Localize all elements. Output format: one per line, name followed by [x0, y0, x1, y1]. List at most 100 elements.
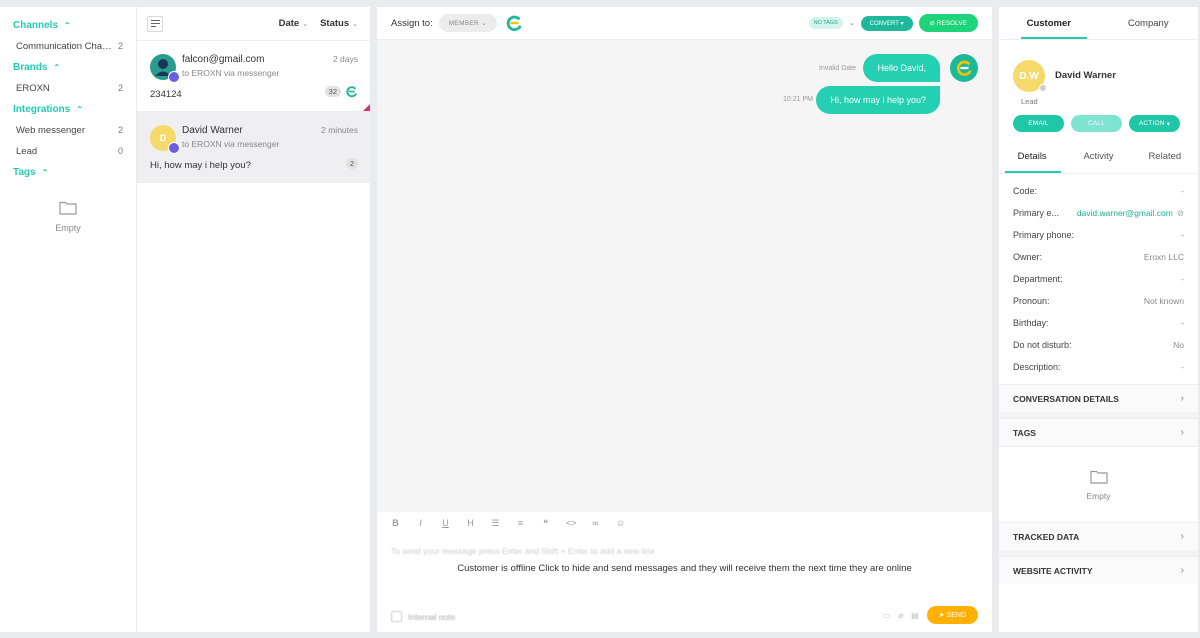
composer-placeholder: To send your message press Enter and Shi…: [391, 546, 655, 556]
section-integrations[interactable]: Integrations ⌃: [13, 103, 123, 115]
bold-icon[interactable]: B: [391, 518, 400, 528]
tags-button[interactable]: NO TAGS: [808, 17, 843, 29]
priority-marker: [363, 104, 370, 111]
messenger-icon: [168, 71, 180, 83]
tab-details[interactable]: Details: [999, 140, 1065, 173]
italic-icon[interactable]: I: [416, 518, 425, 528]
action-button[interactable]: ACTION ▾: [1129, 115, 1180, 132]
menu-button[interactable]: [147, 15, 163, 32]
email-button[interactable]: EMAIL: [1013, 115, 1064, 132]
customer-name[interactable]: David Warner: [1055, 70, 1116, 81]
section-tags[interactable]: Tags ⌃: [13, 166, 123, 178]
detail-row: Code: -: [1013, 186, 1184, 196]
folder-icon: [59, 201, 77, 215]
chevron-right-icon: ›: [1180, 531, 1184, 542]
numbered-list-icon[interactable]: ≡: [516, 518, 525, 528]
verify-icon[interactable]: ⊘: [1177, 208, 1184, 219]
message-timestamp: 10:21 PM: [783, 96, 813, 103]
message-count-badge: 2: [345, 158, 358, 169]
detail-row: Owner: Eroxn LLC: [1013, 252, 1184, 262]
tags-empty-state: Empty: [999, 446, 1198, 522]
emoji-icon[interactable]: ☺: [616, 518, 625, 528]
customer-panel: Customer Company D.W David Warner Lead E…: [999, 7, 1198, 632]
chevron-down-icon: ⌄: [481, 20, 487, 27]
chevron-up-icon: ⌃: [53, 62, 61, 72]
offline-notice[interactable]: Customer is offline Click to hide and se…: [377, 563, 992, 574]
heading-icon[interactable]: H: [466, 518, 475, 528]
avatar: D: [150, 125, 180, 154]
message-composer[interactable]: To send your message press Enter and Shi…: [377, 534, 992, 632]
sidebar-item-channel[interactable]: Communication Chan... 2: [13, 40, 123, 52]
quote-icon[interactable]: ❝: [541, 518, 550, 529]
chevron-down-icon[interactable]: ⌄: [849, 19, 855, 27]
chevron-right-icon: ›: [1180, 565, 1184, 576]
call-button[interactable]: CALL: [1071, 115, 1122, 132]
brand-logo-icon: [506, 15, 522, 32]
tab-company[interactable]: Company: [1099, 7, 1199, 39]
detail-row: Do not disturb: No: [1013, 340, 1184, 350]
conversation-list: Date ⌄ Status ⌄ falcon@gmail.com to EROXN …: [137, 7, 370, 632]
video-icon[interactable]: ▭: [883, 611, 891, 620]
section-tracked-data[interactable]: TRACKED DATA ›: [999, 522, 1198, 550]
chat-header: Assign to: MEMBER ⌄ NO TAGS ⌄ CONVERT ▾ …: [377, 7, 992, 40]
detail-row: Department: -: [1013, 274, 1184, 284]
message-timestamp: Invalid Date: [819, 65, 856, 72]
detail-row: Pronoun: Not known: [1013, 296, 1184, 306]
avatar[interactable]: D.W: [1013, 60, 1047, 92]
section-brands[interactable]: Brands ⌃: [13, 61, 123, 73]
chevron-up-icon: ⌃: [76, 104, 83, 114]
menu-icon: [150, 20, 160, 27]
section-channels[interactable]: Channels ⌃: [13, 19, 123, 31]
sidebar-item-lead[interactable]: Lead 0: [13, 145, 123, 157]
assign-member-select[interactable]: MEMBER ⌄: [438, 14, 497, 32]
messenger-icon: [168, 142, 180, 154]
agent-avatar: [950, 54, 978, 82]
status-filter[interactable]: Status ⌄: [320, 18, 358, 29]
tags-empty-state: Empty: [13, 200, 123, 233]
section-conversation-details[interactable]: CONVERSATION DETAILS ›: [999, 384, 1198, 412]
chat-panel: Assign to: MEMBER ⌄ NO TAGS ⌄ CONVERT ▾ …: [377, 7, 992, 632]
chevron-right-icon: ›: [1180, 393, 1184, 404]
filter-sidebar: Channels ⌃ Communication Chan... 2 Brands ⌃…: [0, 7, 136, 632]
bullet-list-icon[interactable]: ☰: [491, 518, 500, 529]
brand-logo-icon: [346, 86, 357, 98]
detail-row: Birthday: -: [1013, 318, 1184, 328]
conversation-list-header: Date ⌄ Status ⌄: [137, 7, 370, 41]
chevron-right-icon: ›: [1180, 427, 1184, 438]
detail-row: Description: -: [1013, 362, 1184, 372]
send-icon: ➤: [938, 612, 945, 619]
editor-toolbar: B I U H ☰ ≡ ❝ <> ∞ ☺: [377, 512, 992, 534]
section-tags[interactable]: TAGS ›: [999, 418, 1198, 446]
message-bubble: Hello David,: [863, 54, 940, 82]
link-icon[interactable]: ∞: [591, 518, 600, 528]
check-circle-icon: ⊘: [929, 20, 935, 27]
date-filter[interactable]: Date ⌄: [279, 18, 308, 29]
internal-note-toggle[interactable]: Internal note: [391, 611, 455, 622]
template-icon[interactable]: ▤: [911, 611, 919, 620]
brand-logo-icon: [956, 60, 972, 76]
detail-row: Primary e... david.warner@gmail.com ⊘: [1013, 207, 1184, 219]
folder-icon: [1089, 470, 1108, 484]
detail-row: Primary phone: -: [1013, 230, 1184, 240]
send-button[interactable]: ➤ SEND: [926, 606, 978, 624]
conversation-item[interactable]: D David Warner to EROXN via messenger 2 …: [137, 112, 370, 183]
avatar: [150, 54, 180, 83]
sidebar-item-brand[interactable]: EROXN 2: [13, 82, 123, 94]
resolve-button[interactable]: ⊘ RESOLVE: [918, 14, 978, 32]
attachment-icon[interactable]: ⌀: [898, 611, 903, 620]
internal-note-checkbox[interactable]: [391, 611, 402, 622]
conversation-item[interactable]: falcon@gmail.com to EROXN via messenger …: [137, 41, 370, 112]
primary-email-link[interactable]: david.warner@gmail.com: [1077, 208, 1173, 218]
tab-customer[interactable]: Customer: [999, 7, 1099, 39]
customer-state: Lead: [1021, 97, 1038, 106]
chevron-up-icon: ⌃: [64, 20, 71, 30]
underline-icon[interactable]: U: [441, 518, 450, 528]
tab-activity[interactable]: Activity: [1065, 140, 1131, 173]
details-list: Code: - Primary e... david.warner@gmail.co…: [999, 174, 1198, 378]
convert-button[interactable]: CONVERT ▾: [860, 15, 913, 31]
sidebar-item-web-messenger[interactable]: Web messenger 2: [13, 124, 123, 136]
section-website-activity[interactable]: WEBSITE ACTIVITY ›: [999, 556, 1198, 584]
tab-related[interactable]: Related: [1132, 140, 1198, 173]
chevron-up-icon: ⌃: [41, 167, 49, 177]
code-icon[interactable]: <>: [566, 518, 577, 528]
